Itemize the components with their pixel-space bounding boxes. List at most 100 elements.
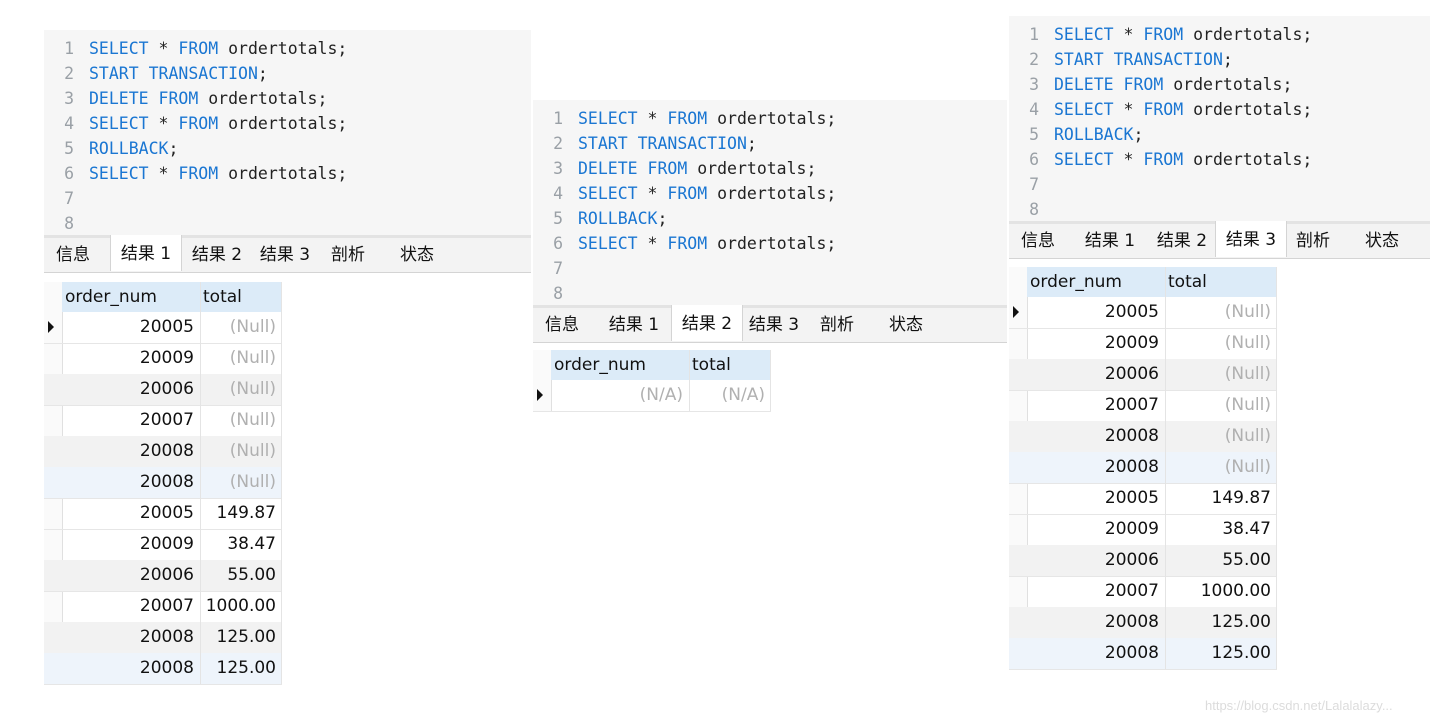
cell-order-num[interactable]: 20008 bbox=[62, 436, 194, 467]
table-row[interactable]: 20006 55.00 bbox=[1009, 545, 1277, 577]
cell-order-num[interactable]: 20005 bbox=[1027, 297, 1159, 328]
cell-total[interactable]: (Null) bbox=[1165, 390, 1271, 421]
cell-total[interactable]: (Null) bbox=[200, 467, 276, 498]
sql-editor[interactable]: 1 SELECT * FROM ordertotals; 2 START TRANSA… bbox=[1009, 16, 1430, 221]
tab-result-2[interactable]: 结果 2 bbox=[671, 305, 743, 341]
table-row[interactable]: 20005 149.87 bbox=[44, 498, 282, 530]
tab-result-1[interactable]: 结果 1 bbox=[110, 235, 182, 271]
cell-total[interactable]: 125.00 bbox=[1165, 607, 1271, 638]
table-row[interactable]: 20007 1000.00 bbox=[44, 591, 282, 623]
cell-order-num[interactable]: 20009 bbox=[62, 343, 194, 374]
cell-total[interactable]: (Null) bbox=[200, 374, 276, 405]
cell-total[interactable]: (Null) bbox=[200, 436, 276, 467]
result-grid[interactable]: order_num total 20005 (Null) 20009 (Null) 2000… bbox=[1009, 267, 1277, 670]
tab-result-2[interactable]: 结果 2 bbox=[1147, 224, 1217, 258]
cell-order-num[interactable]: 20008 bbox=[62, 653, 194, 684]
tab-profile[interactable]: 剖析 bbox=[320, 238, 376, 272]
cell-total[interactable]: (Null) bbox=[1165, 421, 1271, 452]
cell-total[interactable]: 125.00 bbox=[200, 653, 276, 684]
table-row[interactable]: (N/A) (N/A) bbox=[533, 380, 771, 412]
table-row[interactable]: 20007 1000.00 bbox=[1009, 576, 1277, 608]
table-row[interactable]: 20009 38.47 bbox=[44, 529, 282, 561]
table-row[interactable]: 20008 (Null) bbox=[44, 467, 282, 499]
cell-order-num[interactable]: 20008 bbox=[62, 467, 194, 498]
tab-result-1[interactable]: 结果 1 bbox=[599, 308, 669, 342]
result-grid[interactable]: order_num total 20005 (Null) 20009 (Null) 2000… bbox=[44, 282, 282, 685]
cell-order-num[interactable]: 20009 bbox=[1027, 514, 1159, 545]
cell-total[interactable]: 1000.00 bbox=[1165, 576, 1271, 607]
tab-status[interactable]: 状态 bbox=[1349, 224, 1415, 258]
cell-total[interactable]: (Null) bbox=[200, 405, 276, 436]
tab-status[interactable]: 状态 bbox=[873, 308, 939, 342]
cell-order-num[interactable]: 20007 bbox=[1027, 576, 1159, 607]
cell-total[interactable]: (N/A) bbox=[689, 380, 765, 411]
result-grid[interactable]: order_num total (N/A) (N/A) bbox=[533, 350, 771, 412]
tab-info[interactable]: 信息 bbox=[533, 308, 591, 342]
cell-order-num[interactable]: 20009 bbox=[1027, 328, 1159, 359]
table-row[interactable]: 20009 (Null) bbox=[44, 343, 282, 375]
cell-order-num[interactable]: 20006 bbox=[62, 560, 194, 591]
tab-result-3[interactable]: 结果 3 bbox=[1215, 221, 1287, 257]
sql-editor[interactable]: 1 SELECT * FROM ordertotals; 2 START TRANSA… bbox=[533, 100, 1007, 305]
cell-order-num[interactable]: 20009 bbox=[62, 529, 194, 560]
column-header-order-num[interactable]: order_num bbox=[65, 282, 157, 312]
table-row[interactable]: 20006 (Null) bbox=[44, 374, 282, 406]
cell-order-num[interactable]: 20007 bbox=[62, 405, 194, 436]
table-row[interactable]: 20005 (Null) bbox=[44, 312, 282, 344]
cell-total[interactable]: (Null) bbox=[200, 343, 276, 374]
cell-total[interactable]: 125.00 bbox=[200, 622, 276, 653]
cell-order-num[interactable]: 20008 bbox=[62, 622, 194, 653]
table-row[interactable]: 20008 125.00 bbox=[1009, 638, 1277, 670]
tab-info[interactable]: 信息 bbox=[44, 238, 102, 272]
cell-order-num[interactable]: 20008 bbox=[1027, 638, 1159, 669]
tab-info[interactable]: 信息 bbox=[1009, 224, 1067, 258]
cell-total[interactable]: (Null) bbox=[1165, 328, 1271, 359]
cell-order-num[interactable]: (N/A) bbox=[551, 380, 683, 411]
sql-editor[interactable]: 1 SELECT * FROM ordertotals; 2 START TRANSA… bbox=[44, 30, 531, 235]
cell-order-num[interactable]: 20005 bbox=[1027, 483, 1159, 514]
cell-total[interactable]: 125.00 bbox=[1165, 638, 1271, 669]
column-header-order-num[interactable]: order_num bbox=[1030, 267, 1122, 297]
cell-order-num[interactable]: 20006 bbox=[1027, 545, 1159, 576]
cell-total[interactable]: 149.87 bbox=[1165, 483, 1271, 514]
table-row[interactable]: 20007 (Null) bbox=[44, 405, 282, 437]
table-row[interactable]: 20007 (Null) bbox=[1009, 390, 1277, 422]
tab-result-2[interactable]: 结果 2 bbox=[182, 238, 252, 272]
column-header-order-num[interactable]: order_num bbox=[554, 350, 646, 380]
cell-total[interactable]: 1000.00 bbox=[200, 591, 276, 622]
cell-order-num[interactable]: 20005 bbox=[62, 312, 194, 343]
cell-order-num[interactable]: 20008 bbox=[1027, 421, 1159, 452]
column-header-total[interactable]: total bbox=[203, 282, 242, 312]
column-header-total[interactable]: total bbox=[1168, 267, 1207, 297]
table-row[interactable]: 20009 38.47 bbox=[1009, 514, 1277, 546]
cell-total[interactable]: 55.00 bbox=[200, 560, 276, 591]
cell-total[interactable]: (Null) bbox=[1165, 452, 1271, 483]
tab-result-3[interactable]: 结果 3 bbox=[739, 308, 809, 342]
cell-order-num[interactable]: 20008 bbox=[1027, 607, 1159, 638]
table-row[interactable]: 20005 (Null) bbox=[1009, 297, 1277, 329]
cell-total[interactable]: 38.47 bbox=[1165, 514, 1271, 545]
cell-order-num[interactable]: 20008 bbox=[1027, 452, 1159, 483]
table-row[interactable]: 20008 (Null) bbox=[1009, 421, 1277, 453]
cell-order-num[interactable]: 20006 bbox=[1027, 359, 1159, 390]
cell-order-num[interactable]: 20006 bbox=[62, 374, 194, 405]
cell-total[interactable]: (Null) bbox=[200, 312, 276, 343]
table-row[interactable]: 20008 125.00 bbox=[44, 653, 282, 685]
table-row[interactable]: 20008 125.00 bbox=[1009, 607, 1277, 639]
tab-profile[interactable]: 剖析 bbox=[809, 308, 865, 342]
tab-status[interactable]: 状态 bbox=[384, 238, 450, 272]
column-header-total[interactable]: total bbox=[692, 350, 731, 380]
cell-total[interactable]: 55.00 bbox=[1165, 545, 1271, 576]
table-row[interactable]: 20006 (Null) bbox=[1009, 359, 1277, 391]
cell-total[interactable]: 149.87 bbox=[200, 498, 276, 529]
tab-result-3[interactable]: 结果 3 bbox=[250, 238, 320, 272]
table-row[interactable]: 20006 55.00 bbox=[44, 560, 282, 592]
tab-profile[interactable]: 剖析 bbox=[1285, 224, 1341, 258]
table-row[interactable]: 20005 149.87 bbox=[1009, 483, 1277, 515]
table-row[interactable]: 20009 (Null) bbox=[1009, 328, 1277, 360]
cell-total[interactable]: (Null) bbox=[1165, 359, 1271, 390]
cell-total[interactable]: 38.47 bbox=[200, 529, 276, 560]
cell-total[interactable]: (Null) bbox=[1165, 297, 1271, 328]
cell-order-num[interactable]: 20007 bbox=[62, 591, 194, 622]
cell-order-num[interactable]: 20007 bbox=[1027, 390, 1159, 421]
